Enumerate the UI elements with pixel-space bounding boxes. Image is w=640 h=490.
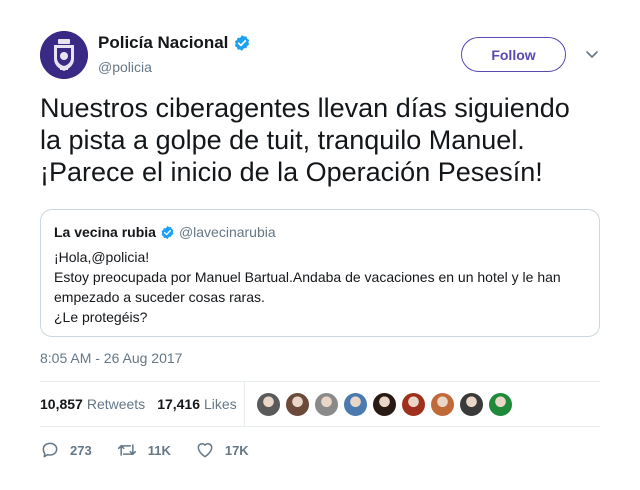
liker-avatar-1[interactable]	[256, 392, 281, 417]
liker-avatars	[256, 392, 517, 417]
retweet-button[interactable]: 11K	[116, 440, 171, 460]
tweet-text-line: Nuestros ciberagentes llevan días siguie…	[40, 93, 570, 123]
quoted-text-line: ¿Le protegéis?	[54, 309, 148, 325]
tweet-timestamp[interactable]: 8:05 AM - 26 Aug 2017	[40, 350, 182, 366]
author-name[interactable]: Policía Nacional	[98, 33, 251, 53]
liker-avatar-6[interactable]	[401, 392, 426, 417]
author-avatar[interactable]	[40, 31, 88, 79]
tweet-stats: 10,857 Retweets 17,416 Likes	[40, 396, 237, 412]
liker-avatar-8[interactable]	[459, 392, 484, 417]
like-count: 17K	[224, 442, 249, 458]
chevron-down-icon[interactable]	[584, 46, 600, 62]
quoted-author-name: La vecina rubia	[54, 224, 156, 240]
retweet-count: 11K	[147, 442, 171, 458]
divider	[40, 426, 600, 427]
quoted-tweet-text: ¡Hola,@policia! Estoy preocupada por Man…	[54, 247, 589, 327]
likes-count[interactable]: 17,416	[157, 396, 200, 412]
tweet-text-line: la pista a golpe de tuit, tranquilo Manu…	[40, 125, 525, 155]
retweets-count[interactable]: 10,857	[40, 396, 83, 412]
verified-badge-icon	[160, 225, 175, 240]
reply-button[interactable]: 273	[40, 440, 92, 460]
retweets-label[interactable]: Retweets	[87, 396, 145, 412]
quoted-author-handle: @lavecinarubia	[178, 224, 276, 240]
police-badge-icon	[40, 31, 88, 79]
heart-icon	[197, 443, 213, 458]
quoted-tweet[interactable]: La vecina rubia @lavecinarubia ¡Hola,@po…	[40, 209, 600, 337]
liker-avatar-9[interactable]	[488, 392, 513, 417]
quoted-text-line: Estoy preocupada por Manuel Bartual.Anda…	[54, 269, 561, 285]
follow-button[interactable]: Follow	[461, 37, 566, 72]
tweet-card: Policía Nacional @policia Follow Nuestro…	[0, 0, 640, 490]
stats-divider	[244, 381, 245, 426]
liker-avatar-3[interactable]	[314, 392, 339, 417]
liker-avatar-2[interactable]	[285, 392, 310, 417]
tweet-actions: 273 11K 17K	[40, 440, 273, 460]
liker-avatar-4[interactable]	[343, 392, 368, 417]
quoted-text-line: ¡Hola,@policia!	[54, 249, 150, 265]
liker-avatar-5[interactable]	[372, 392, 397, 417]
likes-label[interactable]: Likes	[204, 396, 237, 412]
tweet-text-line: ¡Parece el inicio de la Operación Pesesí…	[40, 157, 543, 187]
like-button[interactable]: 17K	[195, 440, 249, 460]
author-name-text: Policía Nacional	[98, 33, 229, 52]
author-handle[interactable]: @policia	[98, 59, 152, 75]
reply-count: 273	[70, 442, 92, 458]
tweet-text: Nuestros ciberagentes llevan días siguie…	[40, 92, 610, 188]
verified-badge-icon	[233, 34, 251, 52]
reply-icon	[42, 442, 58, 458]
quoted-tweet-header: La vecina rubia @lavecinarubia	[54, 224, 276, 240]
retweet-icon	[117, 444, 136, 456]
quoted-text-line: empezado a suceder cosas raras.	[54, 289, 265, 305]
divider	[40, 381, 600, 382]
liker-avatar-7[interactable]	[430, 392, 455, 417]
